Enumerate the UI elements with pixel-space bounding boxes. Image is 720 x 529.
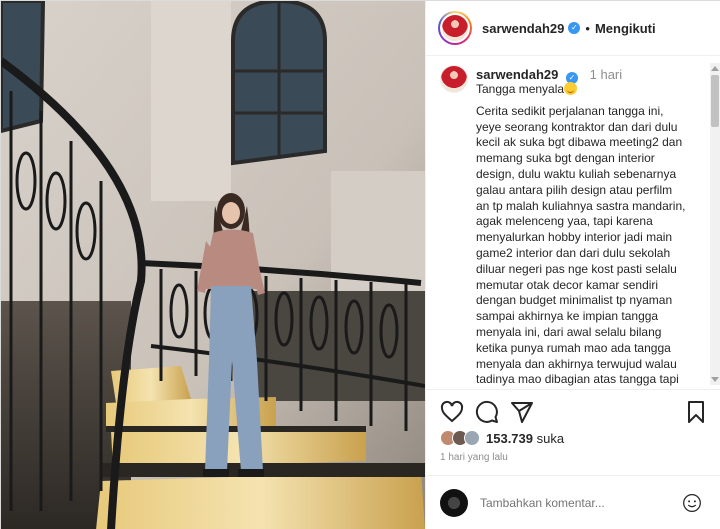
caption-line: ketika punya rumah mao ada tangga (476, 340, 671, 355)
caption-line: diluar negeri pas nge kost pasti selalu (476, 261, 677, 276)
share-icon[interactable] (510, 400, 534, 424)
scroll-down-arrow-icon[interactable] (711, 377, 719, 382)
caption-line: tadinya mao dibagian atas tangga tapi (476, 372, 679, 387)
author-username[interactable]: sarwendah29 (482, 21, 564, 36)
staircase-photo (1, 1, 425, 529)
smiling-emoji-icon (564, 82, 578, 95)
post-side-panel: sarwendah29 ✓ • Mengikuti sarwendah29 ✓ … (425, 1, 720, 529)
verified-badge-icon: ✓ (568, 22, 581, 34)
comment-input[interactable] (480, 496, 670, 510)
scroll-thumb[interactable] (711, 75, 719, 127)
following-button[interactable]: Mengikuti (595, 21, 656, 36)
caption-line: menyalurkan hobby interior jadi main (476, 230, 673, 245)
author-avatar-ring[interactable] (438, 11, 472, 45)
scroll-up-arrow-icon[interactable] (711, 66, 719, 71)
caption-username[interactable]: sarwendah29 (476, 67, 558, 82)
heart-icon[interactable] (440, 400, 464, 424)
caption-title: Tangga menyala (476, 82, 706, 98)
likes-count[interactable]: 153.739 suka (486, 431, 564, 446)
comment-icon[interactable] (475, 400, 499, 424)
caption-section: sarwendah29 ✓ 1 hari Tangga menyala Ceri… (426, 57, 720, 387)
post-photo[interactable] (1, 1, 425, 529)
caption-text: Tangga menyala Cerita sedikit perjalanan… (476, 82, 706, 387)
liker-avatar (464, 430, 480, 446)
caption-line: game2 interior dan dari dulu sekolah (476, 245, 671, 260)
likes-row[interactable]: 153.739 suka (440, 430, 564, 446)
post-header: sarwendah29 ✓ • Mengikuti (426, 1, 720, 56)
caption-line: an tp malah kuliahnya sastra mandarin, (476, 198, 686, 213)
author-avatar[interactable] (440, 13, 470, 43)
caption-avatar[interactable] (440, 65, 468, 93)
post-window: sarwendah29 ✓ • Mengikuti sarwendah29 ✓ … (0, 0, 720, 529)
bookmark-icon[interactable] (684, 400, 708, 424)
caption-line: agak melenceng yaa, tapi karena (476, 214, 653, 229)
caption-line: dengan budget minimalist tp nyaman (476, 293, 673, 308)
caption-time[interactable]: 1 hari (590, 67, 623, 82)
caption-line: galau antara pilih design atau perfilm (476, 182, 673, 197)
caption-line: yeye seorang kontraktor dan dari dulu (476, 119, 678, 134)
caption-line: menyala dan akhirnya terwujud walau (476, 356, 677, 371)
caption-line: memutar otak decor kamar sendiri (476, 277, 659, 292)
caption-line: menyala ini, dari awal selalu bilang (476, 324, 662, 339)
caption-line: design, dulu waktu kuliah sebenarnya (476, 166, 677, 181)
comment-bar (426, 475, 720, 529)
caption-line: sampai akhirnya ke impian tangga (476, 309, 659, 324)
current-user-avatar (440, 489, 468, 517)
caption-line: kecil ak suka bgt dibawa meeting2 dan (476, 135, 683, 150)
caption-line: memang suka bgt dengan interior (476, 151, 655, 166)
caption-scrollbar[interactable] (710, 63, 720, 385)
caption-line: Cerita sedikit perjalanan tangga ini, (476, 103, 664, 118)
smile-icon[interactable] (682, 493, 702, 513)
header-separator: • (585, 20, 590, 36)
post-timestamp[interactable]: 1 hari yang lalu (440, 452, 508, 463)
